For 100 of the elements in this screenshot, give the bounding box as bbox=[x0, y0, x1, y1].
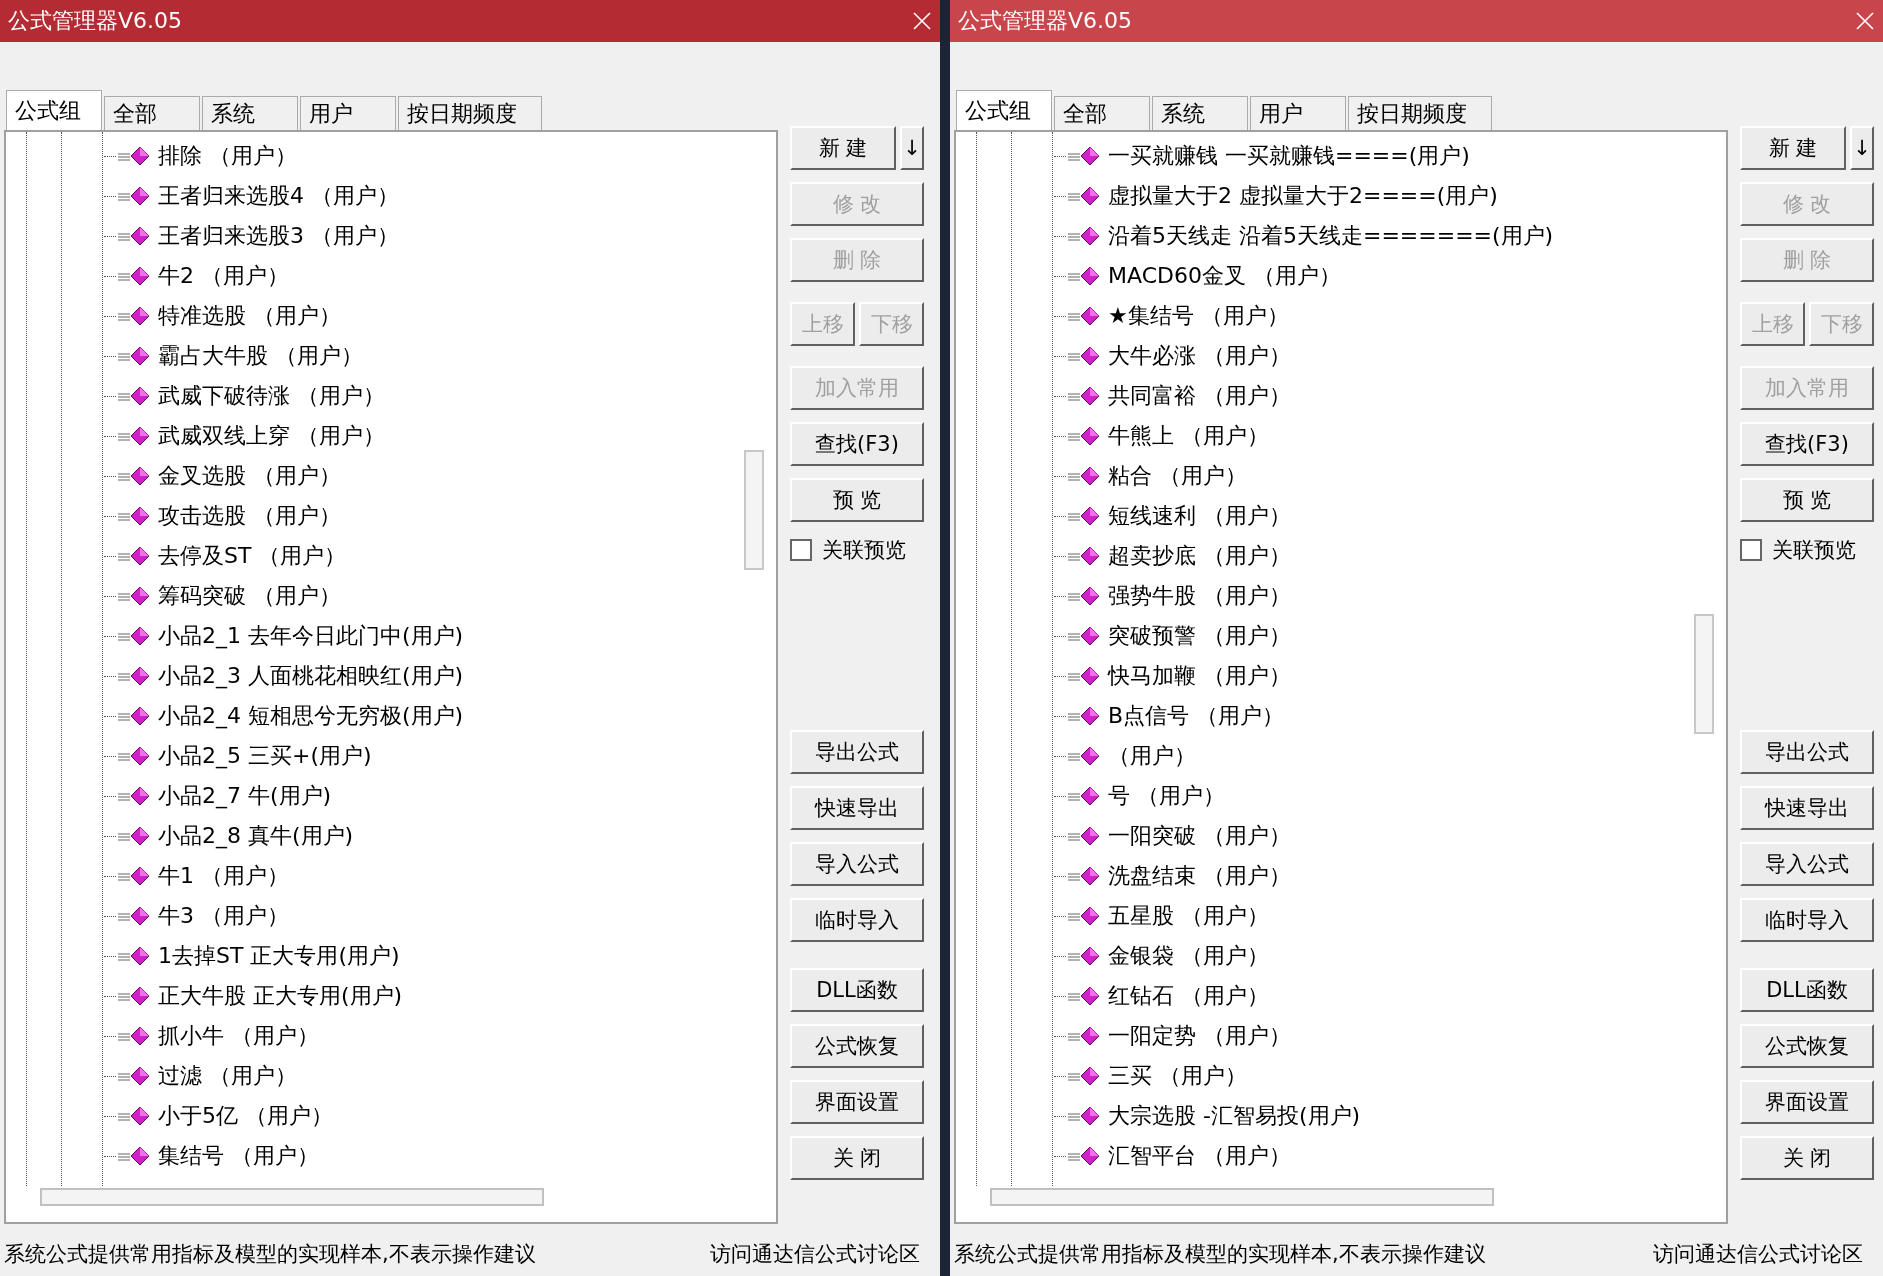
tree-item[interactable]: 强势牛股 （用户） bbox=[1108, 581, 1291, 611]
tree-item[interactable]: 大宗选股 -汇智易投(用户) bbox=[1108, 1101, 1361, 1131]
button[interactable]: DLL函数 bbox=[790, 968, 924, 1012]
button[interactable]: ↓ bbox=[900, 126, 924, 170]
checkbox[interactable] bbox=[1740, 539, 1762, 561]
tree-item[interactable]: 大牛必涨 （用户） bbox=[1108, 341, 1291, 371]
button[interactable]: ↓ bbox=[1850, 126, 1874, 170]
button[interactable]: 新 建 bbox=[1740, 126, 1846, 170]
tree-item[interactable]: 五星股 （用户） bbox=[1108, 901, 1269, 931]
button[interactable]: 预 览 bbox=[790, 478, 924, 522]
tree-item[interactable]: （用户） bbox=[1108, 741, 1196, 771]
diamond-icon bbox=[1066, 945, 1100, 967]
tree-item[interactable]: 霸占大牛股 （用户） bbox=[158, 341, 363, 371]
checkbox-label[interactable]: 关联预览 bbox=[1772, 536, 1856, 564]
tree-item[interactable]: 武威下破待涨 （用户） bbox=[158, 381, 385, 411]
button[interactable]: 快速导出 bbox=[1740, 786, 1874, 830]
tree-item[interactable]: 号 （用户） bbox=[1108, 781, 1225, 811]
tree-item[interactable]: 小品2_8 真牛(用户) bbox=[158, 821, 354, 851]
tree-item[interactable]: 小品2_5 三买+(用户) bbox=[158, 741, 372, 771]
tree-item[interactable]: ★集结号 （用户） bbox=[1108, 301, 1289, 331]
diamond-icon bbox=[116, 945, 150, 967]
button[interactable]: 临时导入 bbox=[1740, 898, 1874, 942]
checkbox[interactable] bbox=[790, 539, 812, 561]
tab[interactable]: 系统 bbox=[1152, 96, 1248, 130]
button[interactable]: 临时导入 bbox=[790, 898, 924, 942]
button[interactable]: 导出公式 bbox=[1740, 730, 1874, 774]
tree-item[interactable]: MACD60金叉 （用户） bbox=[1108, 261, 1341, 291]
tab[interactable]: 用户 bbox=[1250, 96, 1346, 130]
tree-item[interactable]: 牛3 （用户） bbox=[158, 901, 289, 931]
tree-item[interactable]: 三买 （用户） bbox=[1108, 1061, 1247, 1091]
button[interactable]: 界面设置 bbox=[790, 1080, 924, 1124]
tree-item[interactable]: 洗盘结束 （用户） bbox=[1108, 861, 1291, 891]
tree-item[interactable]: 小品2_7 牛(用户) bbox=[158, 781, 332, 811]
tree-item[interactable]: 王者归来选股3 （用户） bbox=[158, 221, 399, 251]
tab[interactable]: 全部 bbox=[104, 96, 200, 130]
tree-item[interactable]: 牛2 （用户） bbox=[158, 261, 289, 291]
button[interactable]: 导入公式 bbox=[790, 842, 924, 886]
button[interactable]: 查找(F3) bbox=[1740, 422, 1874, 466]
button[interactable]: 快速导出 bbox=[790, 786, 924, 830]
tree-item[interactable]: 金叉选股 （用户） bbox=[158, 461, 341, 491]
tab[interactable]: 公式组 bbox=[956, 90, 1052, 130]
button[interactable]: 预 览 bbox=[1740, 478, 1874, 522]
tree-item[interactable]: 一买就赚钱 一买就赚钱====(用户) bbox=[1108, 141, 1470, 171]
button[interactable]: DLL函数 bbox=[1740, 968, 1874, 1012]
button[interactable]: 导入公式 bbox=[1740, 842, 1874, 886]
button[interactable]: 查找(F3) bbox=[790, 422, 924, 466]
tree-item[interactable]: 排除 （用户） bbox=[158, 141, 297, 171]
tree-item[interactable]: 1去掉ST 正大专用(用户) bbox=[158, 941, 400, 971]
tree-item[interactable]: 虚拟量大于2 虚拟量大于2====(用户) bbox=[1108, 181, 1498, 211]
tree-item[interactable]: 牛熊上 （用户） bbox=[1108, 421, 1269, 451]
button[interactable]: 关 闭 bbox=[790, 1136, 924, 1180]
tree-item[interactable]: 红钻石 （用户） bbox=[1108, 981, 1269, 1011]
tree-item[interactable]: 一阳突破 （用户） bbox=[1108, 821, 1291, 851]
scrollbar-thumb[interactable] bbox=[1694, 614, 1714, 734]
button[interactable]: 界面设置 bbox=[1740, 1080, 1874, 1124]
tree-item[interactable]: 小品2_3 人面桃花相映红(用户) bbox=[158, 661, 464, 691]
tree-item[interactable]: 正大牛股 正大专用(用户) bbox=[158, 981, 403, 1011]
tree-item[interactable]: 粘合 （用户） bbox=[1108, 461, 1247, 491]
tree-item[interactable]: 汇智平台 （用户） bbox=[1108, 1141, 1291, 1171]
tree-item[interactable]: 突破预警 （用户） bbox=[1108, 621, 1291, 651]
tree-item[interactable]: 过滤 （用户） bbox=[158, 1061, 297, 1091]
tab[interactable]: 全部 bbox=[1054, 96, 1150, 130]
tab[interactable]: 按日期频度 bbox=[398, 96, 542, 130]
close-icon[interactable] bbox=[912, 11, 932, 31]
scrollbar-thumb[interactable] bbox=[744, 450, 764, 570]
tree-item[interactable]: 特准选股 （用户） bbox=[158, 301, 341, 331]
tree-item[interactable]: 小于5亿 （用户） bbox=[158, 1101, 333, 1131]
tree-item[interactable]: 武威双线上穿 （用户） bbox=[158, 421, 385, 451]
forum-link[interactable]: 访问通达信公式讨论区 bbox=[1653, 1240, 1863, 1268]
button[interactable]: 公式恢复 bbox=[790, 1024, 924, 1068]
tree-item[interactable]: 金银袋 （用户） bbox=[1108, 941, 1269, 971]
tab[interactable]: 公式组 bbox=[6, 90, 102, 130]
forum-link[interactable]: 访问通达信公式讨论区 bbox=[710, 1240, 920, 1268]
tree-item[interactable]: 抓小牛 （用户） bbox=[158, 1021, 319, 1051]
close-icon[interactable] bbox=[1855, 11, 1875, 31]
tree-item[interactable]: 牛1 （用户） bbox=[158, 861, 289, 891]
tree-item[interactable]: 超卖抄底 （用户） bbox=[1108, 541, 1291, 571]
scrollbar-thumb[interactable] bbox=[40, 1188, 544, 1206]
tree-item[interactable]: 小品2_1 去年今日此门中(用户) bbox=[158, 621, 464, 651]
tree-item[interactable]: 小品2_4 短相思兮无穷极(用户) bbox=[158, 701, 464, 731]
button[interactable]: 公式恢复 bbox=[1740, 1024, 1874, 1068]
tree-item[interactable]: 共同富裕 （用户） bbox=[1108, 381, 1291, 411]
tree-item[interactable]: 一阳定势 （用户） bbox=[1108, 1021, 1291, 1051]
checkbox-label[interactable]: 关联预览 bbox=[822, 536, 906, 564]
tree-item[interactable]: 沿着5天线走 沿着5天线走=======(用户) bbox=[1108, 221, 1554, 251]
tree-item[interactable]: 筹码突破 （用户） bbox=[158, 581, 341, 611]
tree-item[interactable]: 集结号 （用户） bbox=[158, 1141, 319, 1171]
tree-item[interactable]: 王者归来选股4 （用户） bbox=[158, 181, 399, 211]
tree-item[interactable]: B点信号 （用户） bbox=[1108, 701, 1285, 731]
tree-item[interactable]: 攻击选股 （用户） bbox=[158, 501, 341, 531]
tree-item[interactable]: 短线速利 （用户） bbox=[1108, 501, 1291, 531]
tree-item[interactable]: 快马加鞭 （用户） bbox=[1108, 661, 1291, 691]
button[interactable]: 导出公式 bbox=[790, 730, 924, 774]
button[interactable]: 新 建 bbox=[790, 126, 896, 170]
tab[interactable]: 按日期频度 bbox=[1348, 96, 1492, 130]
tab[interactable]: 用户 bbox=[300, 96, 396, 130]
tree-item[interactable]: 去停及ST （用户） bbox=[158, 541, 347, 571]
button[interactable]: 关 闭 bbox=[1740, 1136, 1874, 1180]
scrollbar-thumb[interactable] bbox=[990, 1188, 1494, 1206]
tab[interactable]: 系统 bbox=[202, 96, 298, 130]
